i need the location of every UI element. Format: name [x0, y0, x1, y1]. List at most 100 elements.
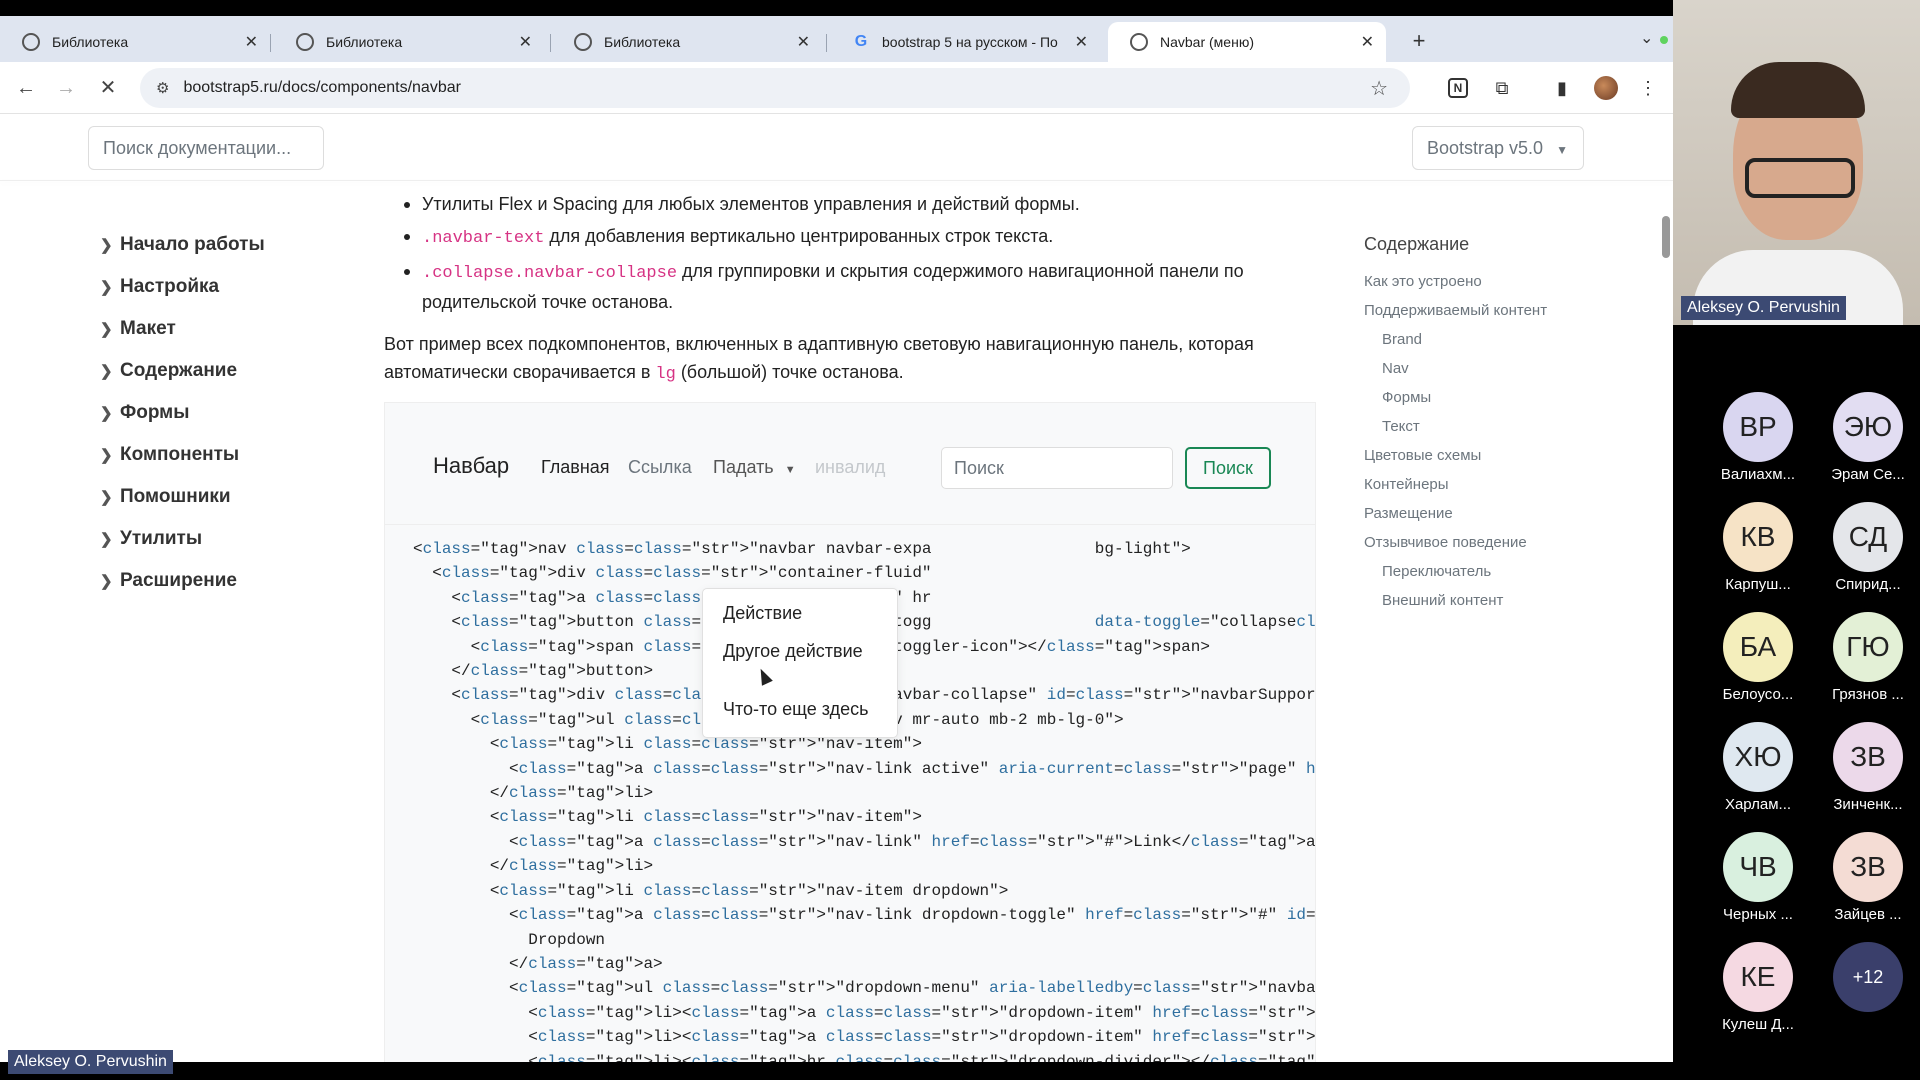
toc-item[interactable]: Отзывчивое поведение [1364, 534, 1594, 563]
notion-extension-icon[interactable]: N [1448, 78, 1468, 98]
dropdown-item-something-else[interactable]: Что-то еще здесь [723, 699, 868, 720]
participant-tile[interactable]: ГЮ Грязнов ... [1813, 612, 1920, 703]
more-menu-icon[interactable]: ⋮ [1636, 76, 1660, 100]
chevron-down-icon[interactable]: ⌄ [1640, 28, 1653, 48]
nav-link-disabled: инвалид [815, 457, 886, 477]
participant-avatar: ВР [1723, 392, 1793, 462]
example-search-input[interactable]: Поиск [941, 447, 1173, 489]
intro-paragraph: Вот пример всех подкомпонентов, включенн… [384, 330, 1314, 389]
participant-tile[interactable]: КВ Карпуш... [1703, 502, 1813, 593]
globe-icon [574, 33, 592, 51]
toc-item[interactable]: Как это устроено [1364, 273, 1594, 302]
participant-name: Харлам... [1724, 796, 1792, 813]
participant-avatar: КЕ [1723, 942, 1793, 1012]
tab-google-search[interactable]: G bootstrap 5 на русском - По ✕ [830, 22, 1100, 62]
scrollbar-thumb[interactable] [1662, 216, 1670, 258]
side-panel-icon[interactable]: ▮ [1550, 76, 1574, 100]
profile-avatar[interactable] [1594, 76, 1618, 100]
sidebar-item-label: Расширение [120, 570, 237, 591]
toc-item[interactable]: Размещение [1364, 505, 1594, 534]
sidebar-item-content[interactable]: ❯ Содержание [100, 350, 360, 392]
close-icon[interactable]: ✕ [797, 32, 810, 52]
toc-item[interactable]: Контейнеры [1364, 476, 1594, 505]
tab-separator [270, 34, 271, 52]
dropdown-item-action[interactable]: Действие [723, 603, 802, 624]
address-bar[interactable]: ⚙ bootstrap5.ru/docs/components/navbar ☆ [140, 68, 1410, 108]
new-tab-button[interactable]: + [1404, 26, 1434, 56]
stop-loading-icon[interactable]: ✕ [94, 74, 122, 102]
toc-item[interactable]: Поддерживаемый контент [1364, 302, 1594, 331]
sidebar-item-label: Утилиты [120, 528, 203, 549]
close-icon[interactable]: ✕ [245, 32, 258, 52]
participant-name: Эрам Се... [1831, 466, 1905, 483]
globe-icon [22, 33, 40, 51]
toc-list: Как это устроено Поддерживаемый контент Br… [1364, 273, 1594, 621]
docs-sidebar: ❯ Начало работы ❯ Настройка ❯ Макет ❯ Содерж… [100, 224, 360, 602]
toc-item[interactable]: Переключатель [1364, 563, 1594, 592]
more-participants-badge: +12 [1833, 942, 1903, 1012]
toc-item[interactable]: Формы [1364, 389, 1594, 418]
sidebar-item-components[interactable]: ❯ Компоненты [100, 434, 360, 476]
url-text: bootstrap5.ru/docs/components/navbar [183, 79, 461, 96]
participant-avatar: ЧВ [1723, 832, 1793, 902]
sidebar-item-utilities[interactable]: ❯ Утилиты [100, 518, 360, 560]
nav-dropdown-toggle[interactable]: Падать ▼ [713, 457, 796, 478]
participant-avatar: ЗВ [1833, 832, 1903, 902]
close-icon[interactable]: ✕ [1361, 32, 1374, 52]
participant-tile[interactable]: ВР Валиахм... [1703, 392, 1813, 483]
screen: Библиотека ✕ Библиотека ✕ Библиотека ✕ G… [0, 0, 1920, 1080]
tab-library-2[interactable]: Библиотека ✕ [274, 22, 544, 62]
navbar-brand[interactable]: Навбар [433, 453, 509, 479]
participant-tile[interactable]: ЗВ Зинченк... [1813, 722, 1920, 813]
sidebar-item-helpers[interactable]: ❯ Помошники [100, 476, 360, 518]
toc-title: Содержание [1364, 234, 1470, 254]
nav-link[interactable]: Ссылка [628, 457, 692, 478]
code-line: Dropdown [413, 930, 606, 949]
sidebar-item-getting-started[interactable]: ❯ Начало работы [100, 224, 360, 266]
participant-avatar: КВ [1723, 502, 1793, 572]
tab-library-1[interactable]: Библиотека ✕ [0, 22, 270, 62]
back-icon[interactable]: ← [12, 74, 40, 102]
recording-indicator [1660, 36, 1668, 44]
participant-tile[interactable]: ЭЮ Эрам Се... [1813, 392, 1920, 483]
tab-title: Библиотека [52, 34, 129, 50]
code-line: <class="tag">nav class=class="str">"navb… [413, 540, 1191, 558]
toc-item[interactable]: Brand [1364, 331, 1594, 360]
participant-tile[interactable]: КЕ Кулеш Д... [1703, 942, 1813, 1033]
code-line: <class="tag">a class=class="str">"nav-li… [413, 759, 1316, 778]
toc-item[interactable]: Внешний контент [1364, 592, 1594, 621]
table-of-contents: Содержание Как это устроено Поддерживаемы… [1364, 234, 1594, 621]
google-icon: G [854, 33, 868, 50]
version-dropdown[interactable]: Bootstrap v5.0 ▼ [1412, 126, 1584, 170]
tab-library-3[interactable]: Библиотека ✕ [552, 22, 822, 62]
bookmark-star-icon[interactable]: ☆ [1370, 76, 1388, 101]
sidebar-item-forms[interactable]: ❯ Формы [100, 392, 360, 434]
participant-tile[interactable]: ЗВ Зайцев ... [1813, 832, 1920, 923]
participant-tile[interactable]: ХЮ Харлам... [1703, 722, 1813, 813]
extensions-icon[interactable]: ⧉ [1490, 76, 1514, 100]
site-settings-icon[interactable]: ⚙ [156, 79, 169, 97]
participant-tile[interactable]: ЧВ Черных ... [1703, 832, 1813, 923]
sidebar-item-layout[interactable]: ❯ Макет [100, 308, 360, 350]
toc-item[interactable]: Nav [1364, 360, 1594, 389]
close-icon[interactable]: ✕ [1075, 32, 1088, 52]
dropdown-item-another-action[interactable]: Другое действие [723, 641, 863, 662]
nav-link-home[interactable]: Главная [541, 457, 610, 478]
toc-item[interactable]: Цветовые схемы [1364, 447, 1594, 476]
sidebar-item-customize[interactable]: ❯ Настройка [100, 266, 360, 308]
docs-search-input[interactable]: Поиск документации... [88, 126, 324, 170]
forward-icon[interactable]: → [52, 74, 80, 102]
video-call-panel: Aleksey O. Pervushin ВР Валиахм... ЭЮ Эрам … [1673, 0, 1920, 1080]
sidebar-item-extend[interactable]: ❯ Расширение [100, 560, 360, 602]
toc-item[interactable]: Текст [1364, 418, 1594, 447]
code-line: <class="tag">div class=class="str">"cont… [413, 564, 932, 583]
participant-name: Спирид... [1835, 576, 1901, 593]
participant-tile[interactable]: БА Белоусо... [1703, 612, 1813, 703]
participant-tile[interactable]: +12 [1813, 942, 1920, 1012]
chevron-right-icon: ❯ [100, 237, 113, 254]
participant-tile[interactable]: СД Спирид... [1813, 502, 1920, 593]
tab-navbar[interactable]: Navbar (меню) ✕ [1108, 22, 1386, 62]
close-icon[interactable]: ✕ [519, 32, 532, 52]
example-search-button[interactable]: Поиск [1185, 447, 1271, 489]
participant-avatar: ЭЮ [1833, 392, 1903, 462]
